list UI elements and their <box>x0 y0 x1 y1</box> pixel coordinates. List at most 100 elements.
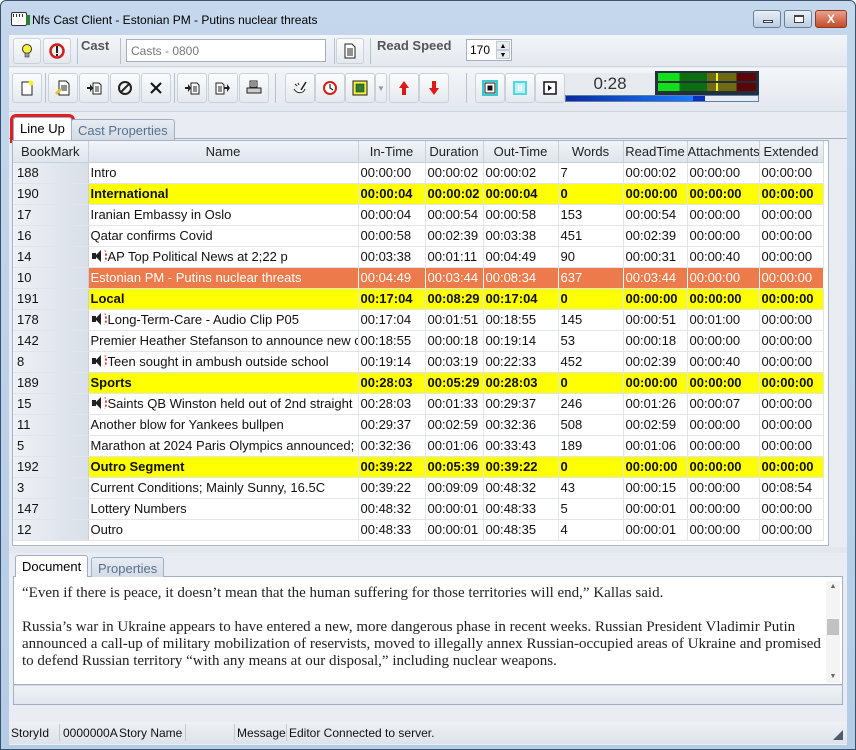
cell-name[interactable]: Teen sought in ambush outside school <box>88 351 359 373</box>
cell-in-time[interactable]: 00:19:14 <box>358 351 426 373</box>
cell-extended[interactable]: 00:00:00 <box>759 435 824 457</box>
cell-extended[interactable]: 00:00:00 <box>759 393 824 415</box>
cell-out-time[interactable]: 00:33:43 <box>483 435 559 457</box>
tab-line-up[interactable]: Line Up <box>10 114 75 143</box>
cell-bookmark[interactable]: 8 <box>13 351 89 373</box>
cell-attachments[interactable]: 00:00:00 <box>687 183 760 205</box>
cell-attachments[interactable]: 00:00:00 <box>687 519 760 541</box>
cell-duration[interactable]: 00:00:54 <box>425 204 484 226</box>
cell-readtime[interactable]: 00:00:01 <box>623 519 688 541</box>
cell-attachments[interactable]: 00:00:00 <box>687 225 760 247</box>
cell-bookmark[interactable]: 10 <box>13 267 89 289</box>
cell-attachments[interactable]: 00:00:00 <box>687 477 760 499</box>
import-button[interactable] <box>177 73 207 103</box>
edit-story-button[interactable] <box>48 73 78 103</box>
cell-bookmark[interactable]: 188 <box>13 162 89 184</box>
cell-attachments[interactable]: 00:00:00 <box>687 456 760 478</box>
cell-attachments[interactable]: 00:00:00 <box>687 288 760 310</box>
open-cast-button[interactable] <box>336 38 364 64</box>
col-header-name[interactable]: Name <box>88 141 359 163</box>
cell-in-time[interactable]: 00:17:04 <box>358 309 426 331</box>
segment-row[interactable]: 189 Sports 00:28:03 00:05:29 00:28:03 0 00:00:… <box>13 372 824 394</box>
cell-words[interactable]: 5 <box>558 498 624 520</box>
grid-button[interactable] <box>345 73 375 103</box>
insert-story-button[interactable] <box>79 73 109 103</box>
cell-bookmark[interactable]: 15 <box>13 393 89 415</box>
cell-out-time[interactable]: 00:32:36 <box>483 414 559 436</box>
cell-name[interactable]: Another blow for Yankees bullpen <box>88 414 359 436</box>
cell-words[interactable]: 451 <box>558 225 624 247</box>
cell-words[interactable]: 4 <box>558 519 624 541</box>
pause-button[interactable] <box>505 73 535 103</box>
cell-in-time[interactable]: 00:28:03 <box>358 372 426 394</box>
cell-bookmark[interactable]: 5 <box>13 435 89 457</box>
grid-dropdown-button[interactable]: ▼ <box>375 73 387 103</box>
cast-input[interactable] <box>126 39 326 62</box>
col-header-attachments[interactable]: Attachments <box>687 141 760 163</box>
cell-extended[interactable]: 00:00:00 <box>759 204 824 226</box>
resize-grip-icon[interactable] <box>833 730 843 740</box>
cell-duration[interactable]: 00:02:39 <box>425 225 484 247</box>
move-up-button[interactable] <box>389 73 419 103</box>
document-editor[interactable]: “Even if there is peace, it doesn’t mean… <box>13 577 843 685</box>
cell-bookmark[interactable]: 3 <box>13 477 89 499</box>
story-row[interactable]: 17 Iranian Embassy in Oslo 00:00:04 00:00:5… <box>13 204 824 226</box>
cell-readtime[interactable]: 00:00:00 <box>623 183 688 205</box>
cell-out-time[interactable]: 00:00:58 <box>483 204 559 226</box>
cell-words[interactable]: 508 <box>558 414 624 436</box>
cell-words[interactable]: 145 <box>558 309 624 331</box>
document-paragraph[interactable]: “Even if there is peace, it doesn’t mean… <box>22 585 822 602</box>
new-story-button[interactable] <box>12 73 42 103</box>
story-row[interactable]: 147 Lottery Numbers 00:48:32 00:00:01 00:48:… <box>13 498 824 520</box>
cell-readtime[interactable]: 00:00:00 <box>623 288 688 310</box>
cell-duration[interactable]: 00:09:09 <box>425 477 484 499</box>
cell-words[interactable]: 189 <box>558 435 624 457</box>
cell-name[interactable]: Outro Segment <box>88 456 359 478</box>
story-row[interactable]: 178 Long-Term-Care - Audio Clip P05 00:17:… <box>13 309 824 331</box>
tab-document[interactable]: Document <box>15 555 89 578</box>
close-button[interactable]: X <box>815 10 847 28</box>
cell-bookmark[interactable]: 189 <box>13 372 89 394</box>
cell-words[interactable]: 153 <box>558 204 624 226</box>
title-bar[interactable]: Nfs Cast Client - Estonian PM - Putins n… <box>1 1 855 35</box>
cell-attachments[interactable]: 00:00:00 <box>687 498 760 520</box>
cell-in-time[interactable]: 00:04:49 <box>358 267 426 289</box>
segment-row[interactable]: 192 Outro Segment 00:39:22 00:05:39 00:39:22… <box>13 456 824 478</box>
cell-extended[interactable]: 00:00:00 <box>759 309 824 331</box>
cell-readtime[interactable]: 00:00:15 <box>623 477 688 499</box>
cell-name[interactable]: Outro <box>88 519 359 541</box>
cell-out-time[interactable]: 00:29:37 <box>483 393 559 415</box>
cell-duration[interactable]: 00:00:02 <box>425 162 484 184</box>
cell-in-time[interactable]: 00:03:38 <box>358 246 426 268</box>
cell-out-time[interactable]: 00:28:03 <box>483 372 559 394</box>
cell-duration[interactable]: 00:03:44 <box>425 267 484 289</box>
cell-words[interactable]: 90 <box>558 246 624 268</box>
cell-extended[interactable]: 00:00:00 <box>759 183 824 205</box>
cell-out-time[interactable]: 00:03:38 <box>483 225 559 247</box>
cell-name[interactable]: Qatar confirms Covid <box>88 225 359 247</box>
cell-in-time[interactable]: 00:00:00 <box>358 162 426 184</box>
cell-in-time[interactable]: 00:00:04 <box>358 204 426 226</box>
cell-attachments[interactable]: 00:00:40 <box>687 246 760 268</box>
cell-readtime[interactable]: 00:03:44 <box>623 267 688 289</box>
cell-in-time[interactable]: 00:00:58 <box>358 225 426 247</box>
story-row[interactable]: 11 Another blow for Yankees bullpen 00:29:… <box>13 414 824 436</box>
cell-in-time[interactable]: 00:00:04 <box>358 183 426 205</box>
cell-in-time[interactable]: 00:39:22 <box>358 477 426 499</box>
cell-duration[interactable]: 00:03:19 <box>425 351 484 373</box>
cell-out-time[interactable]: 00:19:14 <box>483 330 559 352</box>
export-button[interactable] <box>208 73 238 103</box>
tab-properties[interactable]: Properties <box>91 557 165 578</box>
cell-name[interactable]: Estonian PM - Putins nuclear threats <box>88 267 359 289</box>
cell-bookmark[interactable]: 14 <box>13 246 89 268</box>
cell-readtime[interactable]: 00:00:00 <box>623 456 688 478</box>
cell-extended[interactable]: 00:00:00 <box>759 288 824 310</box>
cell-attachments[interactable]: 00:00:00 <box>687 162 760 184</box>
cell-attachments[interactable]: 00:00:00 <box>687 330 760 352</box>
cell-extended[interactable]: 00:00:00 <box>759 456 824 478</box>
story-row[interactable]: 16 Qatar confirms Covid 00:00:58 00:02:39 00… <box>13 225 824 247</box>
cell-in-time[interactable]: 00:32:36 <box>358 435 426 457</box>
cell-words[interactable]: 246 <box>558 393 624 415</box>
cell-extended[interactable]: 00:08:54 <box>759 477 824 499</box>
maximize-button[interactable] <box>784 10 812 28</box>
